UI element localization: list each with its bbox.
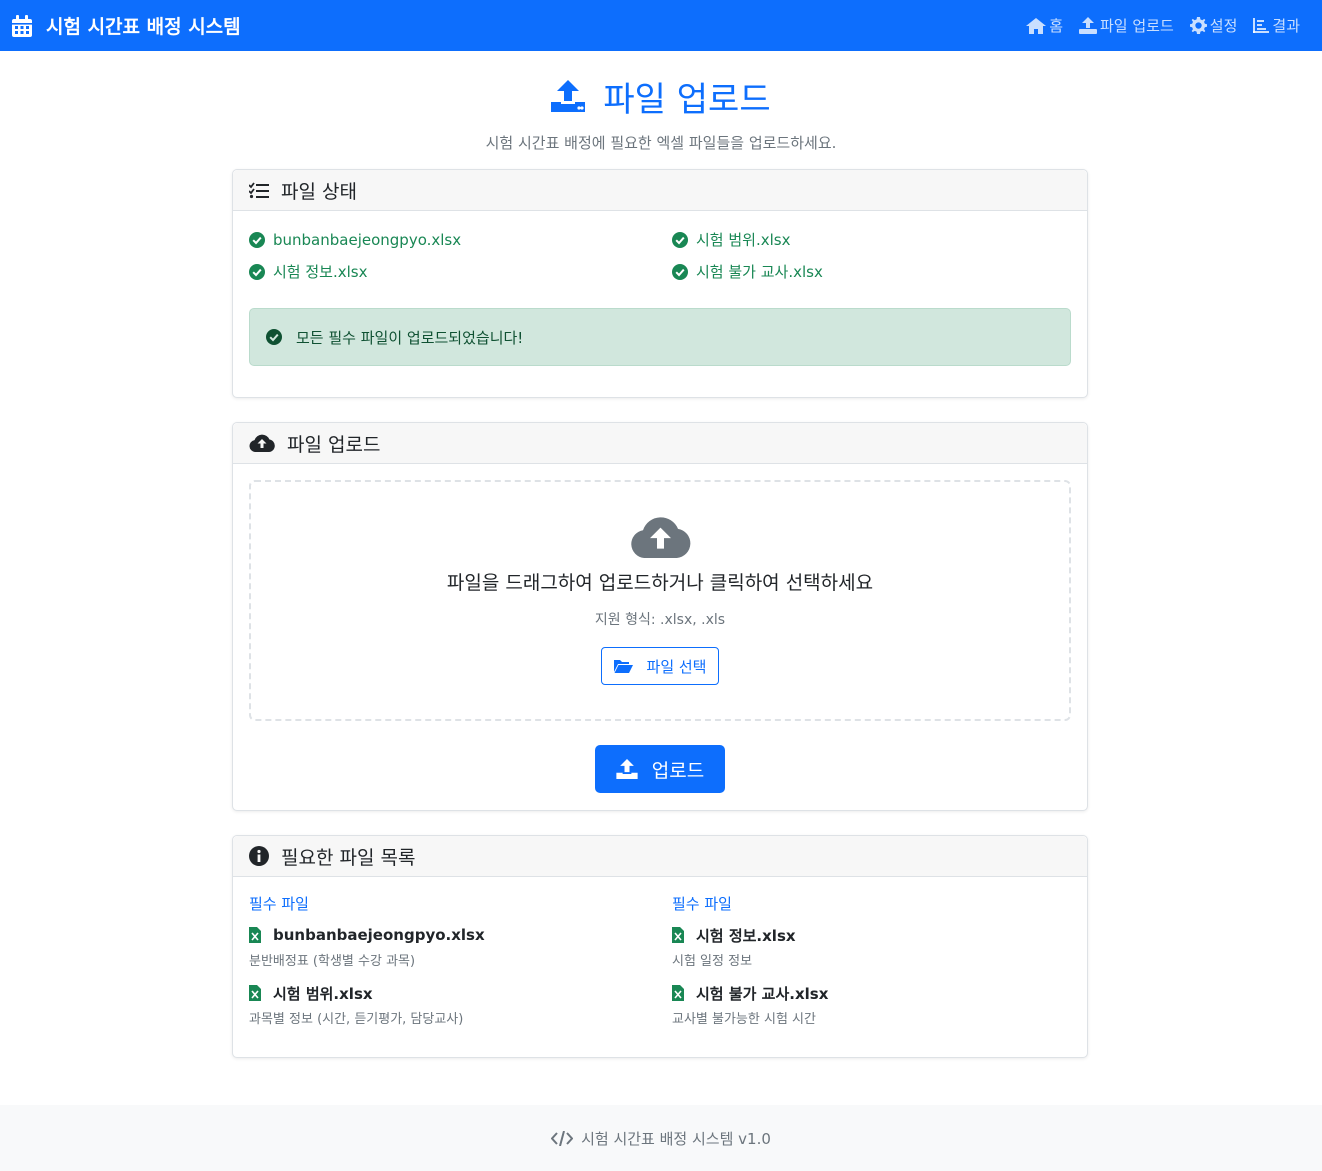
upload-button[interactable]: 업로드 (595, 745, 725, 793)
status-item: 시험 불가 교사.xlsx (672, 261, 1072, 282)
check-circle-icon (672, 263, 688, 280)
card-header: 파일 업로드 (233, 423, 1087, 464)
calendar-icon (12, 14, 32, 37)
nav-link-results[interactable]: 결과 (1253, 15, 1300, 36)
required-file-name: 시험 정보.xlsx (696, 926, 796, 945)
status-file-name: 시험 범위.xlsx (696, 231, 791, 249)
nav-link-home[interactable]: 홈 (1026, 15, 1063, 36)
status-item: 시험 정보.xlsx (249, 261, 672, 282)
required-files-column: 필수 파일 bunbanbaejeongpyo.xlsx 분반배정표 (학생별 … (249, 893, 672, 1027)
status-file-name: bunbanbaejeongpyo.xlsx (273, 230, 462, 249)
status-item: bunbanbaejeongpyo.xlsx (249, 229, 672, 250)
excel-file-icon (672, 985, 684, 1001)
chart-icon (1253, 18, 1270, 33)
card-header: 필요한 파일 목록 (233, 836, 1087, 877)
alert-text: 모든 필수 파일이 업로드되었습니다! (296, 328, 524, 347)
footer-text: 시험 시간표 배정 시스템 v1.0 (581, 1129, 771, 1148)
nav-link-upload[interactable]: 파일 업로드 (1079, 15, 1174, 36)
required-heading: 필수 파일 (249, 895, 309, 913)
page-subtitle: 시험 시간표 배정에 필요한 엑셀 파일들을 업로드하세요. (485, 134, 837, 152)
info-circle-icon (249, 846, 269, 866)
required-file-name: bunbanbaejeongpyo.xlsx (273, 926, 485, 944)
page-header: 파일 업로드 시험 시간표 배정에 필요한 엑셀 파일들을 업로드하세요. (0, 74, 1322, 153)
folder-open-icon (613, 660, 633, 673)
status-file-name: 시험 불가 교사.xlsx (696, 263, 823, 281)
excel-file-icon (672, 927, 684, 943)
card-header: 파일 상태 (233, 170, 1087, 211)
nav-link-label: 결과 (1272, 17, 1300, 35)
home-icon (1026, 17, 1047, 34)
status-item: 시험 범위.xlsx (672, 229, 1072, 250)
required-file-desc: 분반배정표 (학생별 수강 과목) (249, 954, 416, 969)
card-title: 파일 업로드 (287, 433, 381, 456)
check-circle-icon (672, 231, 688, 248)
navbar-brand[interactable]: 시험 시간표 배정 시스템 (12, 12, 241, 39)
required-files-list: 필수 파일 bunbanbaejeongpyo.xlsx 분반배정표 (학생별 … (233, 877, 1087, 1027)
file-status-card: 파일 상태 bunbanbaejeongpyo.xlsx 시험 범위.xlsx … (232, 169, 1088, 398)
select-file-label: 파일 선택 (646, 657, 707, 676)
footer: 시험 시간표 배정 시스템 v1.0 (0, 1105, 1322, 1171)
supported-formats: 지원 형식: .xlsx, .xls (594, 612, 726, 628)
page-title: 파일 업로드 (0, 74, 1322, 120)
required-file-name: 시험 범위.xlsx (273, 984, 373, 1003)
upload-icon (551, 80, 586, 112)
required-file-desc: 교사별 불가능한 시험 시간 (672, 1012, 816, 1027)
excel-file-icon (249, 927, 261, 943)
check-circle-icon (249, 263, 265, 280)
required-heading: 필수 파일 (672, 895, 732, 913)
card-title: 파일 상태 (281, 180, 357, 203)
check-circle-icon (266, 329, 282, 345)
code-icon (551, 1130, 574, 1146)
nav-link-settings[interactable]: 설정 (1189, 15, 1238, 36)
success-alert: 모든 필수 파일이 업로드되었습니다! (249, 308, 1071, 366)
file-upload-card: 파일 업로드 파일을 드래그하여 업로드하거나 클릭하여 선택하세요 지원 형식… (232, 422, 1088, 811)
gear-icon (1189, 17, 1207, 34)
required-file-name: 시험 불가 교사.xlsx (696, 984, 829, 1003)
excel-file-icon (249, 985, 261, 1001)
file-status-list: bunbanbaejeongpyo.xlsx 시험 범위.xlsx 시험 정보.… (233, 211, 1087, 282)
required-file-item: bunbanbaejeongpyo.xlsx (249, 924, 672, 946)
required-file-desc: 과목별 정보 (시간, 듣기평가, 담당교사) (249, 1012, 464, 1027)
status-file-name: 시험 정보.xlsx (273, 263, 368, 281)
nav-link-label: 설정 (1209, 17, 1238, 35)
upload-icon (616, 759, 638, 779)
nav-link-label: 홈 (1049, 17, 1063, 35)
card-title: 필요한 파일 목록 (281, 846, 416, 869)
upload-icon (1079, 17, 1097, 34)
select-file-button[interactable]: 파일 선택 (600, 647, 720, 685)
file-dropzone[interactable]: 파일을 드래그하여 업로드하거나 클릭하여 선택하세요 지원 형식: .xlsx… (249, 480, 1071, 721)
required-file-item: 시험 범위.xlsx (249, 982, 672, 1004)
required-file-item: 시험 정보.xlsx (672, 924, 1072, 946)
checklist-icon (249, 181, 269, 198)
required-files-card: 필요한 파일 목록 필수 파일 bunbanbaejeongpyo.xlsx 분… (232, 835, 1088, 1058)
cloud-upload-icon (249, 434, 275, 452)
navbar: 시험 시간표 배정 시스템 홈 파일 업로드 설정 결과 (0, 0, 1322, 51)
page-title-text: 파일 업로드 (603, 79, 771, 120)
required-file-item: 시험 불가 교사.xlsx (672, 982, 1072, 1004)
cloud-upload-icon (630, 517, 690, 558)
upload-button-label: 업로드 (651, 759, 705, 782)
check-circle-icon (249, 231, 265, 248)
nav-links: 홈 파일 업로드 설정 결과 (1026, 15, 1310, 36)
required-file-desc: 시험 일정 정보 (672, 954, 753, 969)
dropzone-text: 파일을 드래그하여 업로드하거나 클릭하여 선택하세요 (446, 572, 874, 594)
required-files-column: 필수 파일 시험 정보.xlsx 시험 일정 정보 시험 불가 교사.xlsx … (672, 893, 1072, 1027)
brand-title: 시험 시간표 배정 시스템 (46, 16, 241, 38)
nav-link-label: 파일 업로드 (1100, 17, 1174, 35)
